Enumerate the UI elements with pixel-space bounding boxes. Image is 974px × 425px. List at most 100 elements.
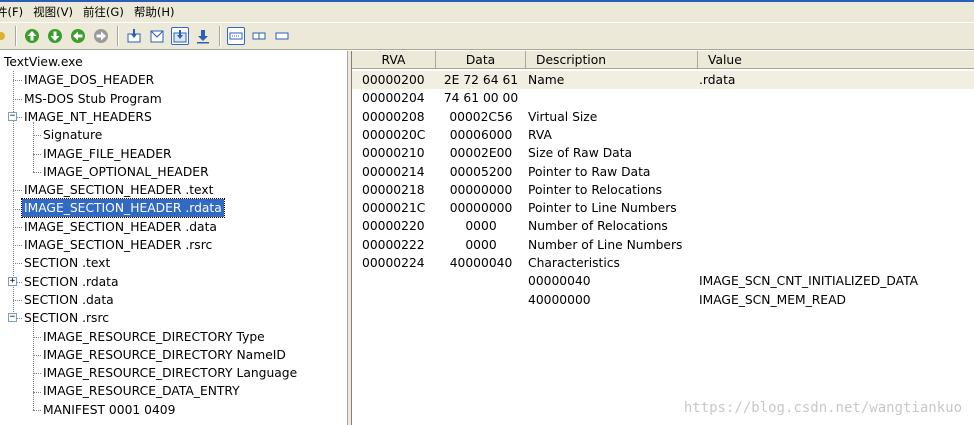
table-row[interactable]: 00000204 74 61 00 00 — [352, 89, 974, 107]
table-row[interactable]: 40000000 IMAGE_SCN_MEM_READ — [352, 291, 974, 309]
tree-item[interactable]: IMAGE_RESOURCE_DATA_ENTRY — [41, 382, 242, 400]
tree-item[interactable]: IMAGE_SECTION_HEADER .rdata — [21, 198, 225, 219]
arrow-down-icon[interactable] — [46, 27, 64, 45]
cell-description: Characteristics — [528, 256, 620, 270]
arrow-up-icon[interactable] — [23, 27, 41, 45]
table-row[interactable]: 0000021C 00000000 Pointer to Line Numbers — [352, 199, 974, 217]
toolbar — [0, 22, 974, 50]
cell-value: IMAGE_SCN_CNT_INITIALIZED_DATA — [699, 274, 919, 289]
export-pressed-icon[interactable] — [171, 27, 189, 45]
cell-description: Size of Raw Data — [528, 146, 633, 161]
tree-item[interactable]: IMAGE_SECTION_HEADER .data — [22, 218, 219, 236]
cell-description: Pointer to Relocations — [528, 182, 663, 197]
table-row[interactable]: 00000218 00000000 Pointer to Relocations — [352, 181, 974, 199]
cell-description: Number of Relocations — [528, 219, 668, 234]
tree-item[interactable]: SECTION .text — [22, 254, 112, 272]
tree-connector — [33, 391, 41, 393]
tree-connector — [13, 245, 22, 247]
view-single-icon[interactable] — [273, 27, 291, 45]
detail-list[interactable]: RVA Data Description Value 00000200 2E 72… — [352, 51, 974, 425]
cell-value: IMAGE_SCN_MEM_READ — [699, 292, 846, 307]
tree-item[interactable]: MANIFEST 0001 0409 — [41, 401, 177, 419]
tree-item[interactable]: IMAGE_SECTION_HEADER .rsrc — [22, 236, 214, 254]
tree-root[interactable]: TextView.exe — [2, 53, 85, 71]
tree-connector — [13, 300, 22, 302]
tree-item[interactable]: IMAGE_NT_HEADERS — [22, 108, 154, 126]
table-row[interactable]: 0000020C 00006000 RVA — [352, 126, 974, 144]
view-hex-icon[interactable] — [227, 27, 245, 45]
tree-item[interactable]: IMAGE_DOS_HEADER — [22, 71, 156, 89]
cell-data: 00005200 — [449, 164, 513, 179]
table-row[interactable]: 00000220 0000 Number of Relocations — [352, 217, 974, 235]
cell-data: 00006000 — [449, 127, 513, 142]
tree-item[interactable]: MS-DOS Stub Program — [22, 90, 164, 108]
list-header: RVA Data Description Value — [352, 51, 974, 69]
mail-icon[interactable] — [148, 27, 166, 45]
cell-data: 00000000 — [449, 201, 513, 216]
cell-rva: 00000204 — [362, 91, 425, 106]
menu-help[interactable]: 帮助(H) — [130, 4, 181, 20]
cell-rva: 00000200 — [362, 73, 425, 87]
cell-rva: 00000218 — [362, 182, 425, 197]
table-row[interactable]: 00000210 00002E00 Size of Raw Data — [352, 144, 974, 162]
download-icon[interactable] — [194, 27, 212, 45]
tree-item[interactable]: SECTION .rdata — [22, 273, 121, 291]
table-row[interactable]: 00000224 40000040 Characteristics — [352, 254, 974, 272]
tree-item[interactable]: IMAGE_OPTIONAL_HEADER — [41, 163, 211, 181]
tree-connector — [33, 409, 41, 411]
column-header-description[interactable]: Description — [526, 51, 698, 69]
tree-item[interactable]: SECTION .data — [22, 291, 116, 309]
tree-item[interactable]: Signature — [41, 126, 104, 144]
cell-rva: 0000020C — [362, 127, 426, 142]
tree-item[interactable]: IMAGE_RESOURCE_DIRECTORY NameID — [41, 346, 288, 364]
column-header-value[interactable]: Value — [698, 51, 974, 69]
cell-data: 00002C56 — [449, 109, 513, 124]
tree-connector — [13, 80, 22, 82]
tree-connector — [13, 263, 22, 265]
menu-bar: 件(F) 视图(V) 前往(G) 帮助(H) — [0, 2, 974, 22]
open-icon[interactable] — [0, 27, 8, 45]
cell-data: 40000040 — [449, 256, 513, 270]
cell-rva: 00000224 — [362, 256, 425, 270]
table-row[interactable]: 00000040 IMAGE_SCN_CNT_INITIALIZED_DATA — [352, 272, 974, 290]
cell-data: 00000000 — [449, 182, 513, 197]
cell-description: Pointer to Line Numbers — [528, 201, 677, 216]
cell-rva: 00000222 — [362, 237, 425, 252]
cell-rva: 00000214 — [362, 164, 425, 179]
save-icon[interactable] — [125, 27, 143, 45]
menu-go[interactable]: 前往(G) — [79, 4, 130, 20]
cell-data: 74 61 00 00 — [443, 91, 519, 106]
tree-connector — [13, 208, 22, 210]
cell-value: .rdata — [699, 73, 736, 87]
table-row[interactable]: 00000214 00005200 Pointer to Raw Data — [352, 163, 974, 181]
cell-description: Pointer to Raw Data — [528, 164, 651, 179]
expand-icon[interactable]: + — [8, 276, 17, 286]
table-row[interactable]: 00000208 00002C56 Virtual Size — [352, 108, 974, 126]
collapse-icon[interactable]: − — [8, 112, 17, 122]
column-header-data[interactable]: Data — [436, 51, 526, 69]
tree-item[interactable]: IMAGE_RESOURCE_DIRECTORY Type — [41, 328, 267, 346]
tree-item[interactable]: IMAGE_RESOURCE_DIRECTORY Language — [41, 364, 299, 382]
column-header-rva[interactable]: RVA — [352, 51, 436, 69]
tree-view[interactable]: TextView.exe IMAGE_DOS_HEADER MS-DOS Stub … — [0, 51, 347, 425]
table-row[interactable]: 00000222 0000 Number of Line Numbers — [352, 236, 974, 254]
tree-connector — [13, 226, 22, 228]
view-dual-icon[interactable] — [250, 27, 268, 45]
tree-item[interactable]: IMAGE_FILE_HEADER — [41, 145, 174, 163]
menu-view[interactable]: 视图(V) — [29, 4, 79, 20]
collapse-icon[interactable]: − — [8, 313, 17, 323]
cell-data: 00002E00 — [449, 146, 513, 161]
arrow-forward-icon[interactable] — [92, 27, 110, 45]
tree-connector — [33, 153, 41, 155]
toolbar-separator — [14, 26, 17, 46]
cell-rva: 00000210 — [362, 146, 425, 161]
tree-item[interactable]: IMAGE_SECTION_HEADER .text — [22, 181, 216, 199]
cell-description: 00000040 — [528, 274, 591, 289]
arrow-back-icon[interactable] — [69, 27, 87, 45]
tree-connector — [33, 373, 41, 375]
menu-file[interactable]: 件(F) — [0, 4, 29, 20]
tree-item[interactable]: SECTION .rsrc — [22, 309, 111, 327]
table-row[interactable]: 00000200 2E 72 64 61 Name .rdata — [352, 71, 974, 89]
cell-data: 0000 — [465, 237, 497, 252]
cell-description: Name — [528, 73, 565, 87]
